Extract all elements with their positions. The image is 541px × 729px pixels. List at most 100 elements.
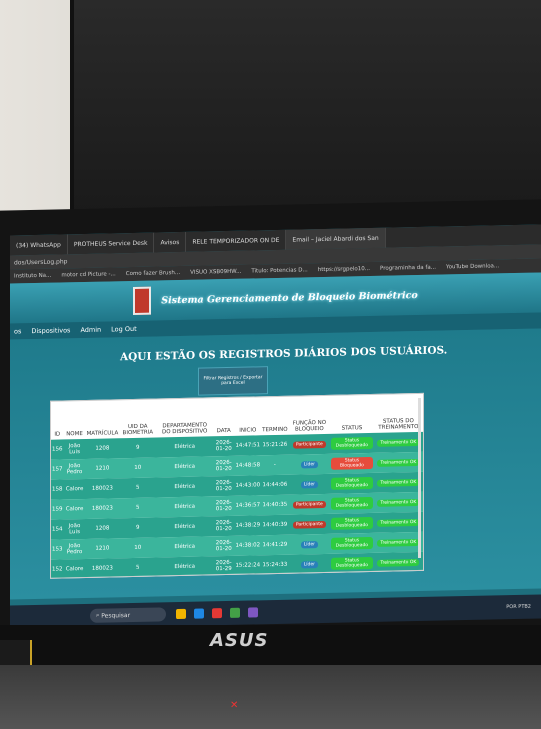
training-badge: Treinamento OK bbox=[377, 438, 420, 447]
table-cell: 1208 bbox=[95, 445, 110, 452]
table-cell: Elétrica bbox=[174, 443, 196, 451]
laptop-hinge bbox=[0, 625, 541, 665]
table-cell: Calore bbox=[65, 566, 84, 573]
column-header: MATRÍCULA bbox=[86, 430, 119, 437]
table-cell: Status Desbloqueado bbox=[330, 473, 374, 494]
table-cell: 14:41:29 bbox=[262, 541, 288, 549]
bookmark-item[interactable]: https://srgpelo10... bbox=[318, 266, 370, 273]
table-cell: 1210 bbox=[95, 465, 110, 472]
table-cell: 10 bbox=[134, 464, 142, 471]
table-cell: 5 bbox=[136, 484, 140, 491]
laptop-base bbox=[0, 665, 541, 729]
table-cell: Treinamento OK bbox=[374, 552, 423, 573]
nav-item-admin[interactable]: Admin bbox=[80, 326, 101, 334]
training-badge: Treinamento OK bbox=[377, 458, 420, 467]
table-cell: 14:36:57 bbox=[235, 502, 261, 509]
bookmark-item[interactable]: Programinha da fa... bbox=[380, 265, 436, 272]
nav-item-logout[interactable]: Log Out bbox=[111, 325, 136, 334]
stand-led-icon: ✕ bbox=[230, 700, 239, 711]
column-header: UID DA BIOMETRIA bbox=[122, 423, 154, 437]
status-badge: Status Desbloqueado bbox=[331, 516, 373, 530]
tab-protheus[interactable]: PROTHEUS Service Desk bbox=[67, 232, 155, 255]
column-header: STATUS bbox=[341, 425, 363, 432]
nav-item-devices[interactable]: Dispositivos bbox=[31, 326, 70, 335]
records-table: ID NOME MATRÍCULA UID DA BIOMETRIA DEPARTAME… bbox=[51, 394, 423, 579]
table-cell: Líder bbox=[289, 454, 331, 475]
tab-avisos[interactable]: Avisos bbox=[154, 231, 187, 253]
bookmark-item[interactable]: Instituto Na... bbox=[14, 273, 51, 280]
role-badge: Líder bbox=[300, 460, 318, 468]
table-cell: Status Desbloqueado bbox=[330, 493, 374, 514]
table-cell: 154 bbox=[52, 526, 63, 533]
table-cell: Calore bbox=[65, 506, 84, 513]
bookmark-item[interactable]: Titulo: Potencias D... bbox=[251, 267, 307, 274]
column-header: NOME bbox=[66, 431, 83, 438]
table-cell: 159 bbox=[52, 506, 63, 513]
table-cell: 2026-01-20 bbox=[215, 479, 232, 493]
table-cell: Líder bbox=[289, 474, 331, 495]
training-badge: Treinamento OK bbox=[377, 498, 420, 507]
table-cell: 180023 bbox=[91, 485, 113, 492]
laptop-screen: (34) WhatsApp PROTHEUS Service Desk Avis… bbox=[10, 224, 541, 616]
column-header: DEPARTAMENTO DO DISPOSITIVO bbox=[161, 422, 208, 436]
bookmark-item[interactable]: motor cd Picture -... bbox=[61, 271, 115, 278]
role-badge: Participante bbox=[292, 440, 326, 449]
bookmark-item[interactable]: YouTube Downloa... bbox=[446, 263, 499, 270]
fire-extinguisher-logo-icon bbox=[133, 286, 152, 315]
excel-icon[interactable] bbox=[230, 607, 240, 618]
table-cell: João Luis bbox=[68, 523, 81, 536]
table-cell: Status Desbloqueado bbox=[330, 533, 374, 554]
table-cell: Participante bbox=[289, 434, 331, 455]
table-cell: 180023 bbox=[91, 565, 113, 572]
office-icon[interactable] bbox=[212, 608, 222, 619]
table-cell: Treinamento OK bbox=[374, 432, 423, 453]
training-badge: Treinamento OK bbox=[377, 538, 420, 547]
system-tray[interactable]: POR PTB2 bbox=[506, 604, 531, 611]
page-title: AQUI ESTÃO OS REGISTROS DIÁRIOS DOS USUÁ… bbox=[120, 344, 448, 364]
table-cell: 2026-01-20 bbox=[215, 459, 232, 473]
table-cell: 15:22:24 bbox=[235, 562, 261, 569]
table-cell: 9 bbox=[136, 524, 140, 531]
tab-rele[interactable]: RELE TEMPORIZADOR ON DE bbox=[186, 229, 287, 252]
nav-item-users[interactable]: os bbox=[14, 327, 21, 335]
table-cell: Treinamento OK bbox=[374, 512, 423, 533]
table-cell: Status Desbloqueado bbox=[330, 433, 374, 454]
status-badge: Status Desbloqueado bbox=[331, 476, 373, 490]
table-cell: 14:48:58 bbox=[235, 462, 261, 469]
folder-icon[interactable] bbox=[176, 608, 186, 620]
column-header: FUNÇÃO NO BLOQUEIO bbox=[292, 419, 327, 433]
taskbar-icons bbox=[176, 607, 258, 620]
table-cell: Status Desbloqueado bbox=[330, 513, 374, 534]
teams-icon[interactable] bbox=[248, 607, 258, 618]
table-cell: 10 bbox=[134, 544, 142, 551]
training-badge: Treinamento OK bbox=[377, 518, 420, 527]
column-header: INICIO bbox=[239, 427, 257, 434]
edge-icon[interactable] bbox=[194, 608, 204, 619]
table-cell: 14:47:51 bbox=[235, 442, 261, 449]
tab-whatsapp[interactable]: (34) WhatsApp bbox=[10, 234, 68, 256]
table-cell: João Pedro bbox=[66, 543, 83, 556]
table-cell: 2026-01-20 bbox=[215, 539, 232, 553]
table-cell: Calore bbox=[65, 486, 84, 493]
table-cell: 14:43:00 bbox=[235, 482, 261, 489]
tab-email[interactable]: Email – Jaciel Abardi dos San bbox=[286, 227, 386, 250]
bookmark-item[interactable]: Como fazer Brush... bbox=[126, 270, 180, 277]
taskbar-search[interactable]: ⌕ Pesquisar bbox=[90, 607, 166, 623]
table-cell: 2026-01-20 bbox=[215, 499, 232, 513]
url-text[interactable]: dos/UsersLog.php bbox=[14, 258, 67, 266]
table-cell: 5 bbox=[136, 564, 140, 571]
main-content: AQUI ESTÃO OS REGISTROS DIÁRIOS DOS USUÁ… bbox=[10, 328, 541, 600]
bookmark-item[interactable]: VISUO XSB09HW... bbox=[190, 269, 241, 276]
asus-logo: ASUS bbox=[210, 630, 269, 651]
table-cell: 156 bbox=[52, 446, 63, 453]
table-cell: Treinamento OK bbox=[374, 452, 423, 473]
table-cell: 14:38:02 bbox=[235, 542, 261, 549]
status-badge: Status Desbloqueado bbox=[331, 556, 373, 570]
table-cell: 157 bbox=[52, 466, 63, 473]
role-badge: Líder bbox=[300, 560, 318, 568]
table-cell: - bbox=[273, 461, 276, 469]
records-table-container: ID NOME MATRÍCULA UID DA BIOMETRIA DEPARTAME… bbox=[50, 392, 424, 579]
table-cell: Status Bloqueado bbox=[330, 453, 374, 474]
filter-export-button[interactable]: Filtrar Registros / Exportar para Excel bbox=[198, 366, 268, 396]
table-scrollbar[interactable] bbox=[418, 397, 421, 559]
